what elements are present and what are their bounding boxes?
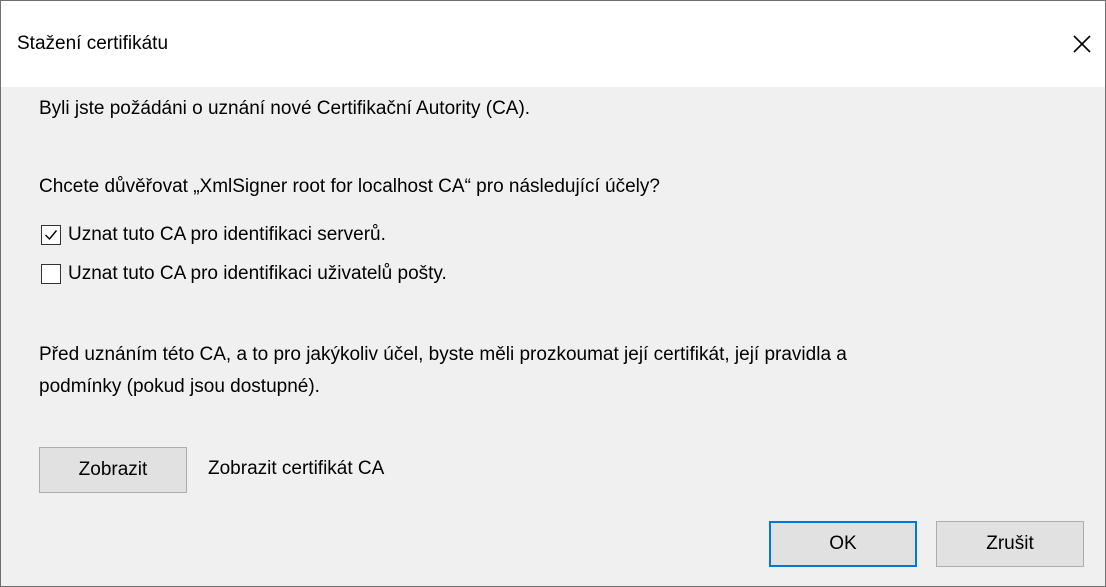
option-servers-label[interactable]: Uznat tuto CA pro identifikaci serverů. bbox=[68, 222, 386, 248]
checkbox-mail-users[interactable] bbox=[41, 264, 61, 284]
certificate-download-dialog: Stažení certifikátu Byli jste požádáni o… bbox=[0, 0, 1106, 587]
view-certificate-button[interactable]: Zobrazit bbox=[39, 447, 187, 493]
close-icon bbox=[1073, 35, 1091, 53]
intro-text: Byli jste požádáni o uznání nové Certifi… bbox=[39, 98, 531, 119]
ok-button[interactable]: OK bbox=[769, 521, 917, 567]
checkmark-icon bbox=[45, 230, 58, 241]
close-button[interactable] bbox=[1059, 21, 1105, 67]
advice-text-line-2: podmínky (pokud jsou dostupné). bbox=[39, 376, 320, 397]
checkbox-servers[interactable] bbox=[41, 225, 61, 245]
view-certificate-label: Zobrazit certifikát CA bbox=[208, 458, 385, 479]
advice-text-line-1: Před uznáním této CA, a to pro jakýkoliv… bbox=[39, 344, 847, 365]
cancel-button[interactable]: Zrušit bbox=[936, 521, 1084, 567]
dialog-title: Stažení certifikátu bbox=[17, 33, 169, 54]
title-bar: Stažení certifikátu bbox=[1, 1, 1105, 87]
option-mail-users-label[interactable]: Uznat tuto CA pro identifikaci uživatelů… bbox=[68, 261, 447, 287]
question-text: Chcete důvěřovat „XmlSigner root for loc… bbox=[39, 176, 660, 197]
